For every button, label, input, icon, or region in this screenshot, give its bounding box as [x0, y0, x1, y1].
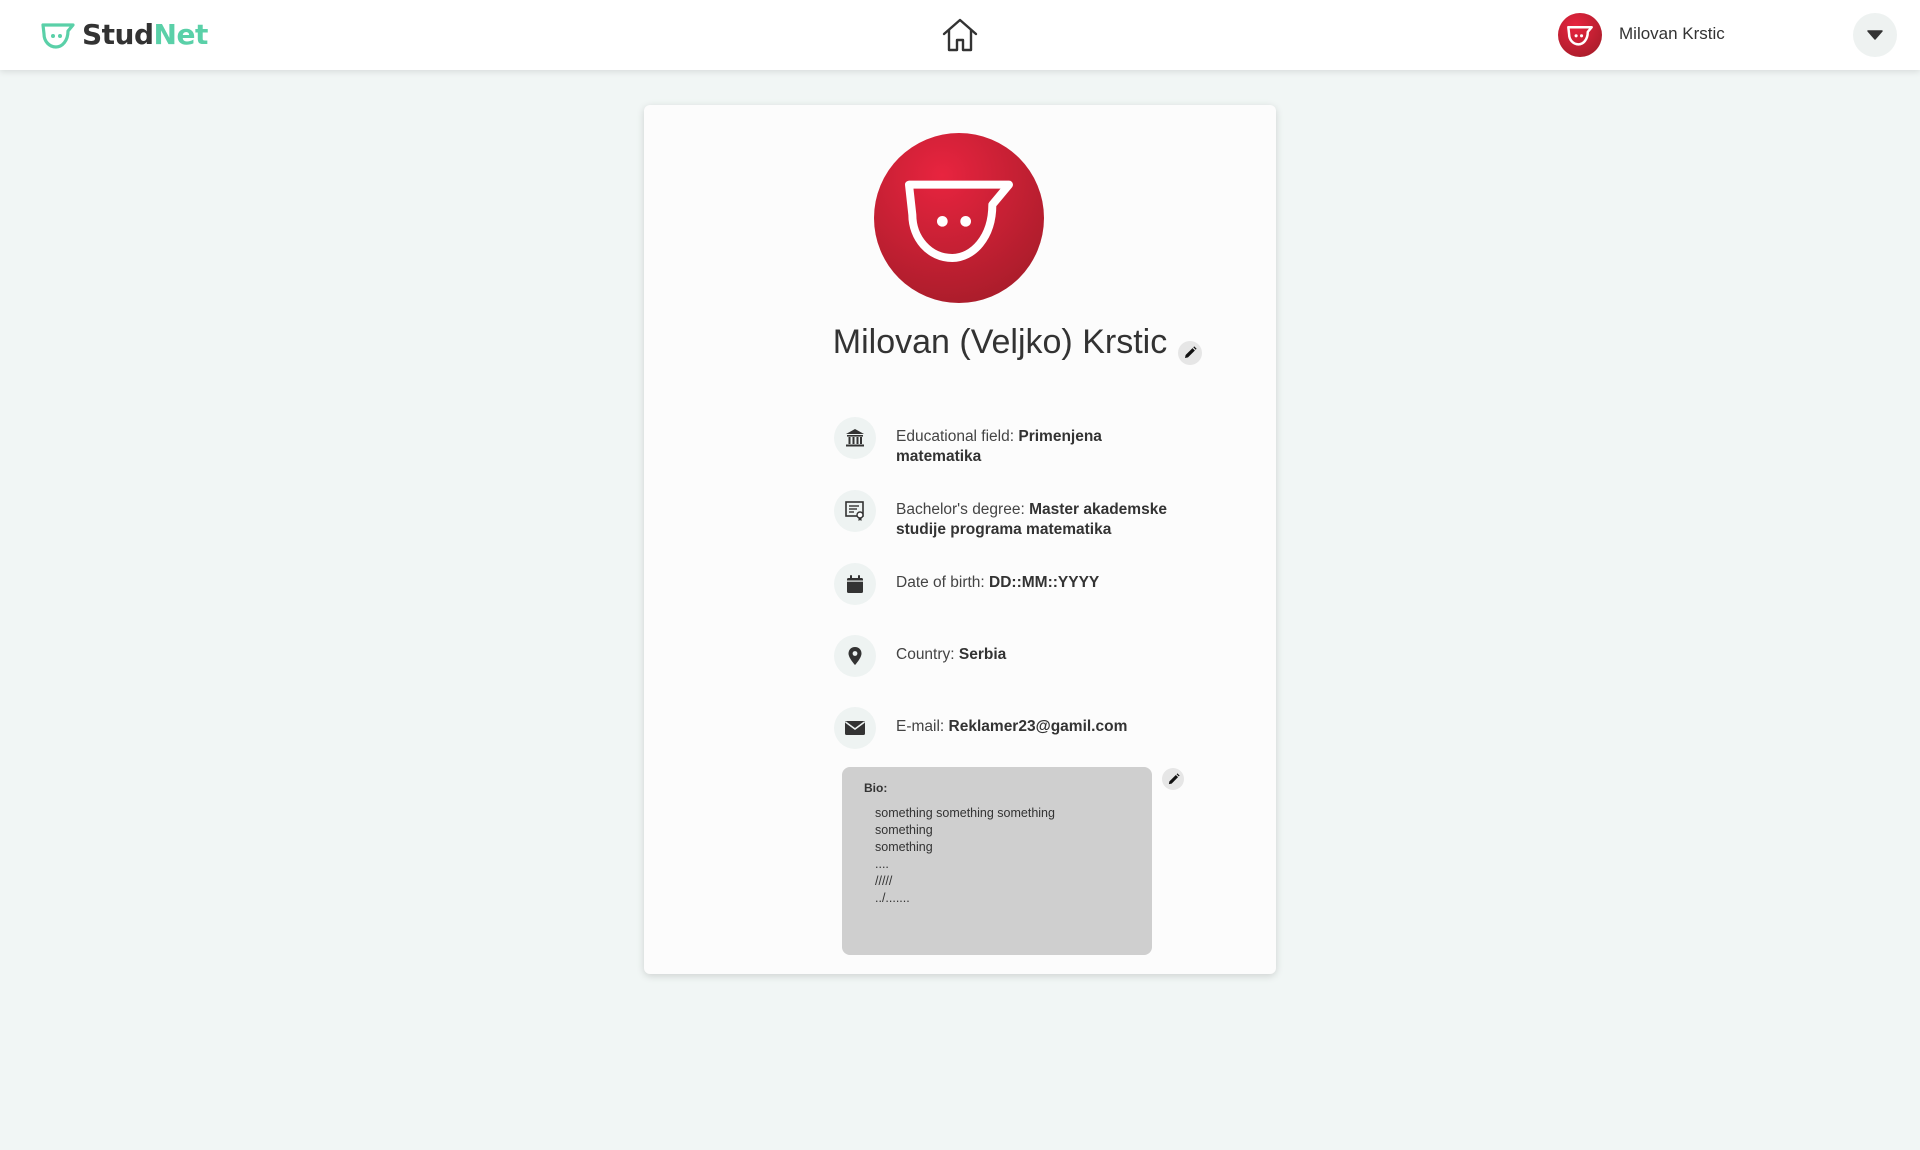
studnet-face-icon — [1567, 25, 1593, 46]
location-pin-icon — [834, 635, 876, 677]
edit-name-button[interactable] — [1178, 341, 1202, 365]
user-avatar[interactable] — [1558, 13, 1602, 57]
user-name[interactable]: Milovan Krstic — [1619, 24, 1725, 44]
profile-name-text: Milovan (Veljko) Krstic — [832, 323, 1168, 361]
envelope-icon — [834, 707, 876, 749]
bio-line: ../....... — [875, 891, 910, 905]
date-of-birth-row: Date of birth: DD::MM::YYYY — [834, 563, 1186, 605]
pencil-icon — [1168, 772, 1180, 784]
date-of-birth-text: Date of birth: DD::MM::YYYY — [896, 574, 1100, 591]
certificate-icon — [834, 490, 876, 532]
profile-card: Milovan (Veljko) Krstic Educational fiel… — [644, 105, 1276, 974]
bio-line: something — [875, 840, 933, 854]
bank-icon — [834, 417, 876, 459]
calendar-icon — [834, 563, 876, 605]
email-row: E-mail: Reklamer23@gamil.com — [834, 707, 1186, 749]
edit-bio-button[interactable] — [1162, 768, 1184, 790]
country-text: Country: Serbia — [896, 646, 1007, 663]
bio-title: Bio: — [864, 781, 888, 795]
educational-field-row: Educational field: Primenjena matematika — [834, 417, 1186, 467]
country-row: Country: Serbia — [834, 635, 1186, 677]
bachelors-degree-row: Bachelor's degree: Master akademske stud… — [834, 490, 1186, 540]
bio-line: .... — [875, 857, 889, 871]
home-icon[interactable] — [938, 15, 982, 55]
studnet-logo-icon — [41, 23, 75, 49]
educational-field-text: Educational field: Primenjena matematika — [896, 428, 1102, 465]
bachelors-degree-text: Bachelor's degree: Master akademske stud… — [896, 501, 1167, 538]
bio-line: something something something — [875, 806, 1055, 820]
email-text: E-mail: Reklamer23@gamil.com — [896, 718, 1128, 735]
bio-box: Bio: something something something somet… — [842, 767, 1152, 955]
pencil-icon — [1185, 346, 1197, 358]
top-navbar: StudNet Milovan Krstic — [0, 0, 1920, 70]
studnet-logo[interactable]: StudNet — [40, 18, 208, 52]
bio-line: ///// — [875, 874, 893, 888]
account-dropdown-button[interactable] — [1853, 13, 1897, 57]
bio-line: something — [875, 823, 933, 837]
caret-down-icon — [1867, 30, 1883, 40]
logo-text: StudNet — [82, 18, 208, 51]
studnet-face-icon — [905, 180, 1013, 262]
profile-avatar — [874, 133, 1044, 303]
